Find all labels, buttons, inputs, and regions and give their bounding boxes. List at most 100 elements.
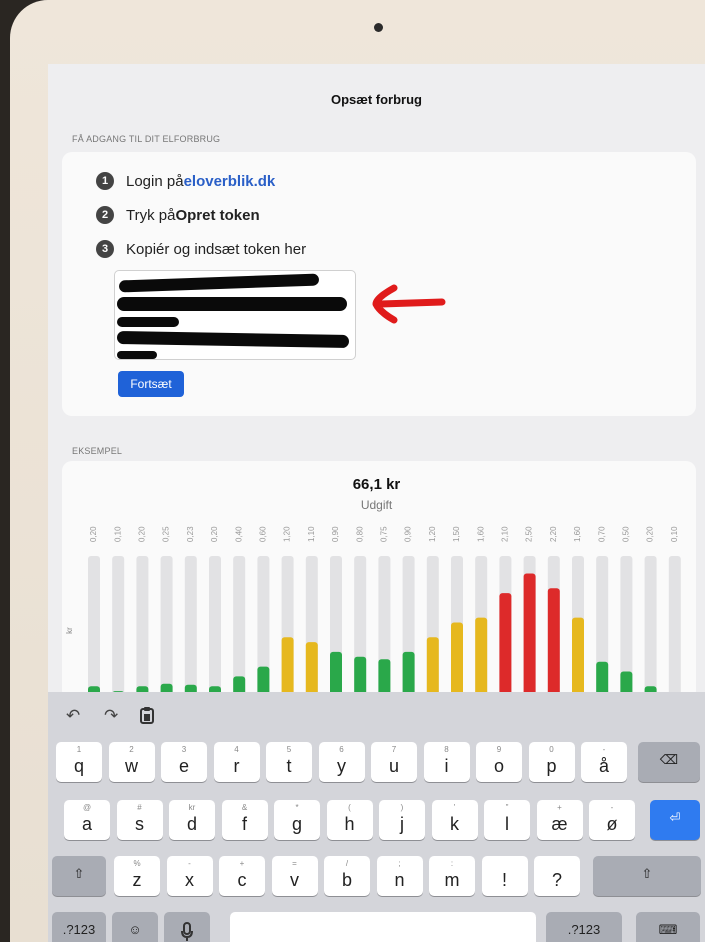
key-label: l — [505, 814, 509, 834]
usage-bar[interactable] — [305, 642, 318, 696]
usage-bar[interactable] — [475, 617, 488, 696]
key-label: d — [186, 814, 197, 834]
usage-bar[interactable] — [426, 637, 439, 696]
key-label: i — [444, 756, 449, 776]
bar-value-label: 0,20 — [89, 526, 98, 542]
key-alt-label: + — [239, 859, 245, 868]
key-alt-label: : — [450, 859, 454, 868]
key-m[interactable]: :m — [429, 856, 475, 896]
key-alt-label: 9 — [496, 745, 502, 754]
delete-key[interactable]: ⌫ — [638, 742, 700, 782]
key-?[interactable]: ? — [534, 856, 580, 896]
key-label: o — [493, 756, 504, 776]
key-alt-label: ) — [400, 803, 404, 812]
bar-track — [184, 556, 197, 696]
key-label: m — [444, 870, 460, 890]
key-i[interactable]: 8i — [423, 742, 470, 782]
hide-keyboard-key[interactable]: ⌨ — [636, 912, 700, 942]
key-j[interactable]: ) j — [379, 800, 425, 840]
key-alt-label: @ — [82, 803, 92, 812]
usage-bar[interactable] — [402, 651, 415, 696]
key-g[interactable]: * g — [274, 800, 320, 840]
key-![interactable]: ! — [481, 856, 528, 896]
redo-icon[interactable]: ↷ — [104, 706, 118, 726]
bar-track — [88, 556, 100, 696]
key-alt-label: ' — [453, 803, 456, 812]
key-label: f — [241, 814, 247, 834]
key-t[interactable]: 5t — [266, 742, 312, 782]
space-key[interactable] — [230, 912, 536, 942]
bar-track — [668, 556, 681, 696]
key-ø[interactable]: -ø — [589, 800, 635, 840]
key-r[interactable]: 4r — [213, 742, 260, 782]
on-screen-keyboard: ↶ ↷ 1 q 2 w 3 e 4 r 5 t 6 y 7 u 8 i 9 o 0 p - å ⌫ @ a # s kr d & f * g(h… — [48, 692, 705, 942]
key-c[interactable]: + c — [219, 856, 265, 896]
usage-bar[interactable] — [378, 659, 391, 696]
bar-value-label: 1,60 — [476, 526, 485, 542]
key-alt-label: 4 — [234, 745, 239, 754]
bar-value-label: 0,10 — [113, 526, 122, 542]
key-alt-label: 1 — [76, 745, 82, 754]
key-q[interactable]: 1q — [56, 742, 102, 782]
key-alt-label: 8 — [444, 745, 449, 754]
key-label: u — [388, 756, 399, 776]
bar-value-label: 1,20 — [428, 526, 437, 542]
usage-bar[interactable] — [451, 622, 463, 697]
key-y[interactable]: 6y — [318, 742, 365, 782]
key-label: s — [135, 814, 144, 834]
bar-value-label: 0,70 — [597, 526, 606, 542]
key-alt-label: % — [133, 859, 141, 868]
key-k[interactable]: ' k — [431, 800, 478, 840]
key-label: .?123 — [62, 922, 96, 937]
key-å[interactable]: -å — [581, 742, 627, 782]
key-alt-label: - — [610, 803, 614, 812]
key-label: x — [185, 870, 194, 890]
usage-bar[interactable] — [572, 617, 584, 696]
numbers-key-right[interactable]: .?123 — [546, 912, 622, 942]
return-key[interactable]: ⏎ — [650, 800, 700, 840]
usage-bar[interactable] — [499, 593, 512, 696]
undo-icon[interactable]: ↶ — [66, 706, 80, 726]
key-o[interactable]: 9o — [476, 742, 522, 782]
key-d[interactable]: kr d — [169, 800, 215, 840]
usage-bar[interactable] — [281, 637, 294, 696]
key-label: h — [344, 814, 355, 834]
key-æ[interactable]: + æ — [536, 800, 583, 840]
bar-value-label: 0,20 — [138, 526, 147, 542]
mic-key[interactable] — [164, 912, 210, 942]
usage-bar[interactable] — [330, 651, 342, 696]
bar-value-label: 0,80 — [355, 526, 364, 542]
shift-key-right[interactable]: ⇧ — [593, 856, 701, 896]
key-s[interactable]: # s — [116, 800, 163, 840]
usage-bar[interactable] — [596, 661, 609, 696]
key-label: q — [73, 756, 84, 776]
bar-value-label: 2,20 — [549, 526, 558, 542]
key-alt-label: kr — [188, 803, 196, 812]
key-label: w — [125, 756, 138, 776]
key-e[interactable]: 3e — [161, 742, 207, 782]
key-w[interactable]: 2w — [108, 742, 155, 782]
key-h[interactable]: (h — [326, 800, 373, 840]
key-label: å — [598, 756, 609, 776]
key-p[interactable]: 0p — [528, 742, 575, 782]
bar-track — [160, 556, 173, 696]
key-u[interactable]: 7u — [371, 742, 417, 782]
clipboard-icon[interactable] — [140, 706, 154, 729]
key-n[interactable]: ; n — [376, 856, 423, 896]
key-z[interactable]: % z — [114, 856, 160, 896]
usage-bar[interactable] — [547, 588, 560, 696]
key-l[interactable]: " l — [484, 800, 530, 840]
bar-value-label: 0,20 — [646, 526, 655, 542]
key-x[interactable]: -x — [166, 856, 213, 896]
usage-bar[interactable] — [523, 573, 536, 697]
shift-key-left[interactable]: ⇧ — [52, 856, 106, 896]
key-f[interactable]: & f — [221, 800, 268, 840]
key-b[interactable]: / b — [324, 856, 370, 896]
usage-bar[interactable] — [354, 656, 367, 696]
key-v[interactable]: = v — [271, 856, 318, 896]
bar-value-label: 0,90 — [404, 526, 413, 542]
numbers-key-left[interactable]: .?123 — [52, 912, 106, 942]
emoji-key[interactable]: ☺ — [112, 912, 158, 942]
bar-value-label: 0,90 — [331, 526, 340, 542]
key-a[interactable]: @ a — [64, 800, 110, 840]
